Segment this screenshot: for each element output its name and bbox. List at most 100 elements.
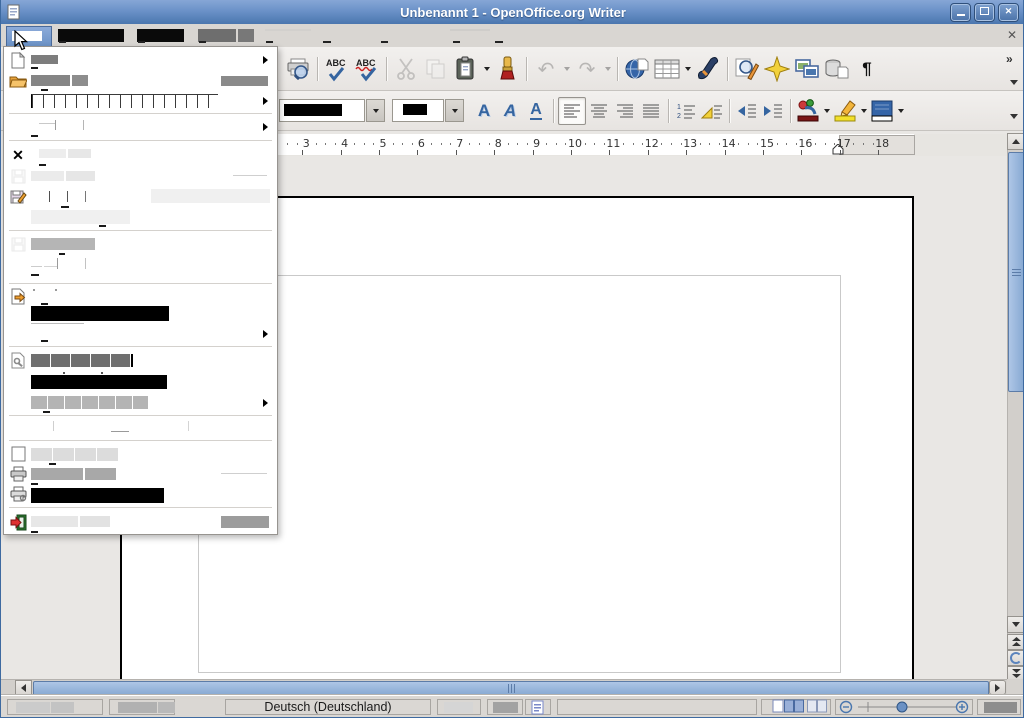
status-modified-field[interactable] xyxy=(525,699,551,715)
menu-item-close[interactable]: ✕ xyxy=(5,146,274,166)
document-close-icon[interactable]: ✕ xyxy=(1007,28,1017,42)
highlighting-button[interactable] xyxy=(832,98,858,124)
status-zoom-slider-field[interactable] xyxy=(835,699,973,715)
scroll-right-icon[interactable] xyxy=(989,680,1006,695)
menu-item-printer-settings[interactable] xyxy=(5,485,274,505)
restore-button[interactable] xyxy=(974,3,995,22)
align-left-button[interactable] xyxy=(558,97,586,125)
menu-item-new[interactable] xyxy=(5,51,274,69)
status-view-layout-field[interactable] xyxy=(761,699,831,715)
horizontal-scrollbar-thumb[interactable] xyxy=(33,681,989,696)
undo-button[interactable]: ↶ xyxy=(531,54,561,84)
undo-button-dropdown-icon[interactable] xyxy=(561,56,572,82)
highlighting-button-dropdown-icon[interactable] xyxy=(858,98,869,124)
bold-button[interactable]: A xyxy=(471,98,497,124)
menu-item-exit[interactable] xyxy=(5,513,274,533)
copy-button[interactable] xyxy=(421,54,451,84)
status-insert-mode-field[interactable] xyxy=(437,699,481,715)
status-zoom-percent-field[interactable] xyxy=(977,699,1021,715)
menu-edit[interactable] xyxy=(58,29,124,42)
menu-item-save-as[interactable] xyxy=(5,188,274,208)
menu-item-open[interactable] xyxy=(5,71,274,91)
page-preview-button[interactable] xyxy=(283,54,313,84)
font-color-button[interactable] xyxy=(795,98,821,124)
menu-item-export-pdf[interactable] xyxy=(5,304,274,324)
close-button[interactable]: ✕ xyxy=(998,3,1019,22)
table-button-dropdown-icon[interactable] xyxy=(682,56,693,82)
data-sources-button[interactable] xyxy=(822,54,852,84)
menu-item-templates[interactable] xyxy=(5,393,274,413)
scroll-down-icon[interactable] xyxy=(1007,616,1024,633)
bullet-list-button[interactable] xyxy=(699,98,725,124)
minimize-button[interactable] xyxy=(950,3,971,22)
navigator-button[interactable] xyxy=(762,54,792,84)
menu-insert-2[interactable] xyxy=(238,29,254,42)
gallery-button[interactable] xyxy=(792,54,822,84)
justify-button[interactable] xyxy=(638,98,664,124)
navigation-icon[interactable] xyxy=(1007,650,1024,666)
menu-file[interactable] xyxy=(6,26,52,47)
paste-button-dropdown-icon[interactable] xyxy=(481,56,492,82)
status-language-field[interactable]: Deutsch (Deutschland) xyxy=(225,699,431,715)
background-color-button[interactable] xyxy=(869,98,895,124)
scroll-left-icon[interactable] xyxy=(15,680,32,695)
underline-button[interactable]: A xyxy=(523,98,549,124)
redo-button[interactable]: ↷ xyxy=(572,54,602,84)
font-size-combo[interactable] xyxy=(392,99,444,122)
paste-button[interactable] xyxy=(451,54,481,84)
status-selection-mode-field[interactable] xyxy=(487,699,523,715)
title-bar[interactable]: Unbenannt 1 - OpenOffice.org Writer ✕ xyxy=(1,0,1024,24)
menu-view-accel xyxy=(138,41,145,43)
menu-item-recent-documents[interactable] xyxy=(5,91,274,111)
status-info-field[interactable] xyxy=(557,699,757,715)
view-two-pages-button[interactable] xyxy=(784,701,804,714)
previous-page-icon[interactable] xyxy=(1007,634,1024,650)
status-pagestyle-field[interactable] xyxy=(109,699,175,715)
draw-functions-button[interactable] xyxy=(693,54,723,84)
menu-item-page-preview[interactable] xyxy=(5,445,274,465)
menu-window[interactable] xyxy=(450,29,490,31)
font-size-combo-dropdown-icon[interactable] xyxy=(445,99,464,122)
view-book-button[interactable] xyxy=(807,701,827,714)
spellcheck-button[interactable]: ABC xyxy=(322,54,352,84)
font-name-combo-dropdown-icon[interactable] xyxy=(366,99,385,122)
menu-item-save[interactable] xyxy=(5,167,274,187)
decrease-indent-button[interactable] xyxy=(734,98,760,124)
toolbar-options-icon[interactable] xyxy=(1010,80,1018,85)
formatting-options-icon[interactable] xyxy=(1010,114,1018,119)
increase-indent-button[interactable] xyxy=(760,98,786,124)
nonprinting-characters-button[interactable]: ¶ xyxy=(852,54,882,84)
font-name-combo-redacted-value xyxy=(284,104,342,116)
menu-item-web-preview[interactable] xyxy=(5,419,274,437)
cut-button[interactable] xyxy=(391,54,421,84)
font-color-button-dropdown-icon[interactable] xyxy=(821,98,832,124)
italic-button[interactable]: A xyxy=(497,98,523,124)
menu-item-save-all[interactable] xyxy=(5,235,274,255)
redo-button-dropdown-icon[interactable] xyxy=(602,56,613,82)
status-page-field[interactable] xyxy=(7,699,103,715)
background-color-button-dropdown-icon[interactable] xyxy=(895,98,906,124)
hyperlink-button[interactable] xyxy=(622,54,652,84)
menu-item-digital-signatures[interactable] xyxy=(5,372,274,392)
menu-format[interactable] xyxy=(265,29,311,31)
toolbar-overflow-button[interactable]: » xyxy=(1006,52,1013,66)
find-replace-button[interactable] xyxy=(732,54,762,84)
format-paintbrush-button[interactable] xyxy=(492,54,522,84)
menu-item-export[interactable] xyxy=(5,287,274,305)
font-name-combo[interactable] xyxy=(279,99,365,122)
numbered-list-button[interactable]: 12 xyxy=(673,98,699,124)
toolbar-separator xyxy=(386,57,387,81)
autospellcheck-button[interactable]: ABC xyxy=(352,54,382,84)
menu-item-save-as-redaction xyxy=(85,191,86,202)
menu-item-reload[interactable] xyxy=(5,256,274,276)
scroll-up-icon[interactable] xyxy=(1007,133,1024,150)
align-center-button[interactable] xyxy=(586,98,612,124)
menu-item-save-as-shortcut[interactable] xyxy=(5,209,274,227)
align-right-button[interactable] xyxy=(612,98,638,124)
menu-item-print[interactable] xyxy=(5,465,274,485)
menu-item-send[interactable] xyxy=(5,326,274,342)
table-button[interactable] xyxy=(652,54,682,84)
menu-item-properties[interactable] xyxy=(5,351,274,371)
menu-item-wizards[interactable] xyxy=(5,117,274,137)
vertical-scrollbar-thumb[interactable] xyxy=(1008,152,1024,392)
